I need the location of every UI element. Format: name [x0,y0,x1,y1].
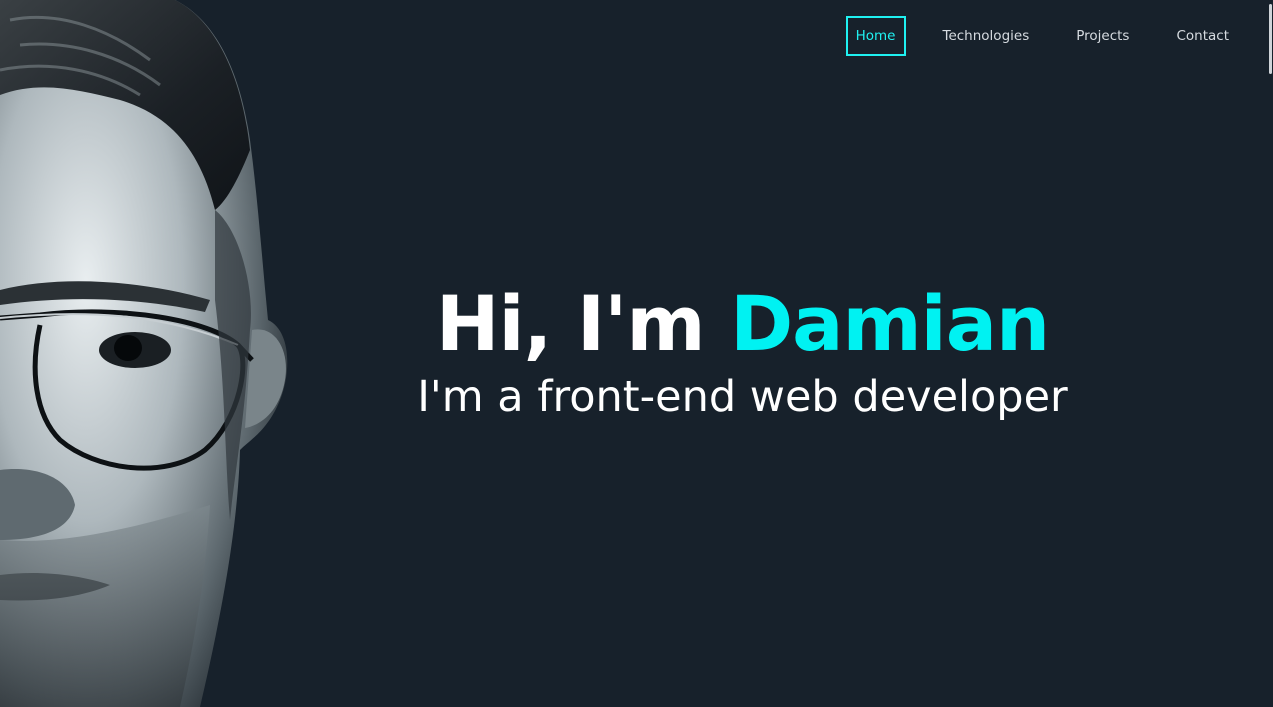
nav-projects[interactable]: Projects [1066,16,1139,56]
hero-greeting: Hi, I'm [435,279,731,368]
nav-home[interactable]: Home [845,16,906,56]
nav-technologies[interactable]: Technologies [933,16,1040,56]
hero-section: Hi, I'm Damian I'm a front-end web devel… [212,278,1273,422]
page-scrollbar[interactable] [1267,0,1273,707]
hero-subtitle: I'm a front-end web developer [417,372,1068,422]
hero-title: Hi, I'm Damian [212,278,1273,370]
page: Home Technologies Projects Contact Hi, I… [0,0,1273,707]
hero-name: Damian [730,279,1050,368]
scrollbar-thumb[interactable] [1269,4,1272,74]
main-nav: Home Technologies Projects Contact [845,16,1239,56]
nav-contact[interactable]: Contact [1166,16,1239,56]
